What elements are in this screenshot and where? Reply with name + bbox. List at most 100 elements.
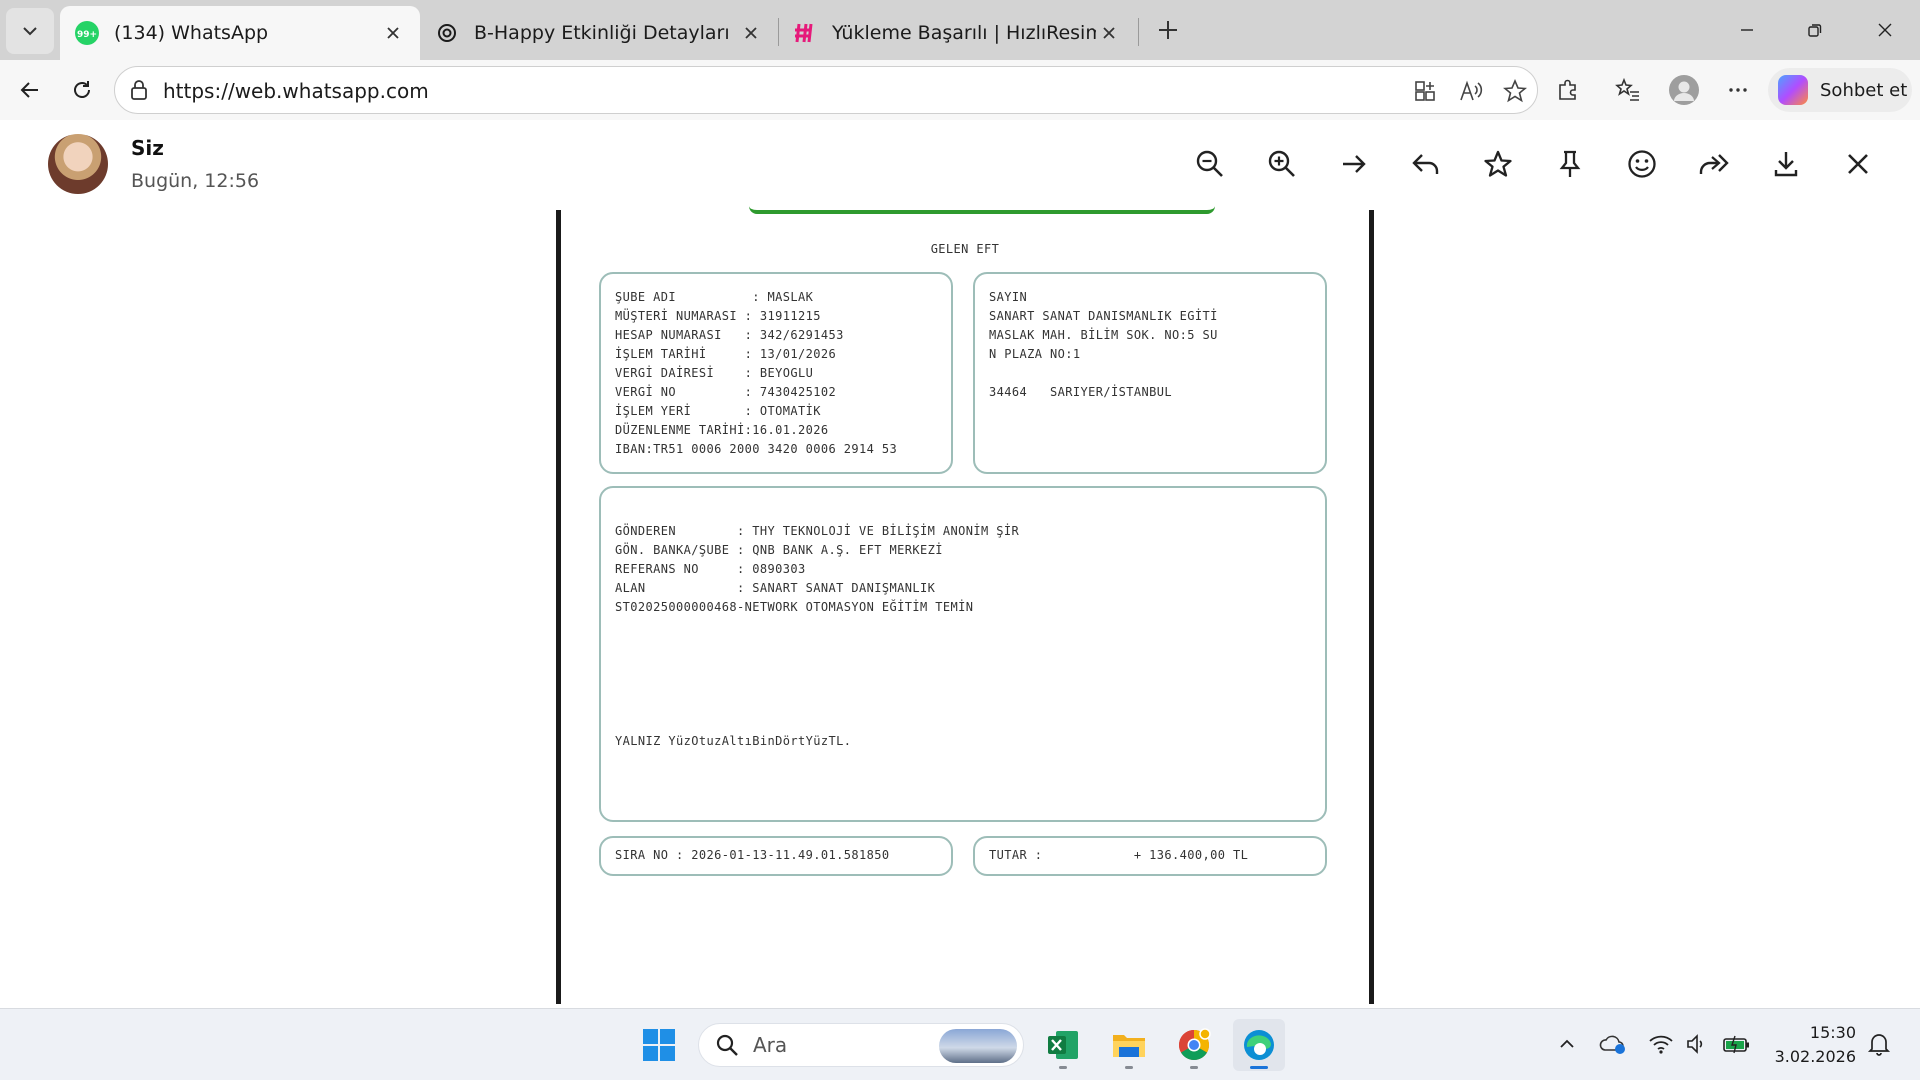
- search-placeholder: Ara: [753, 1033, 788, 1057]
- show-hidden-icons-button[interactable]: [1552, 1029, 1582, 1059]
- copilot-label: Sohbet et: [1820, 79, 1908, 101]
- copilot-chat-button[interactable]: Sohbet et: [1768, 68, 1912, 112]
- wifi-tray[interactable]: [1646, 1029, 1676, 1059]
- copilot-icon: [1778, 75, 1808, 105]
- windows-taskbar: Ara 15:30 3.02.2026: [0, 1008, 1920, 1080]
- app-available-icon[interactable]: [1409, 75, 1441, 107]
- sender-name: Siz: [131, 136, 164, 160]
- account-details-text: ŞUBE ADI : MASLAK MÜŞTERİ NUMARASI : 319…: [615, 290, 898, 456]
- notification-bell-icon: [1867, 1034, 1891, 1056]
- reply-icon: [1412, 154, 1439, 174]
- running-indicator: [1125, 1066, 1133, 1069]
- url-text: https://web.whatsapp.com: [163, 79, 429, 103]
- emoji-icon: [1628, 150, 1656, 178]
- clock-time: 15:30: [1809, 1023, 1856, 1042]
- settings-more-button[interactable]: [1718, 70, 1758, 110]
- arrow-left-icon: [20, 82, 38, 98]
- eft-receipt-image[interactable]: GELEN EFT ŞUBE ADI : MASLAK MÜŞTERİ NUMA…: [556, 210, 1374, 1004]
- zoom-in-button[interactable]: [1260, 142, 1304, 186]
- close-window-button[interactable]: [1862, 10, 1908, 50]
- extensions-button[interactable]: [1548, 70, 1588, 110]
- minimize-button[interactable]: [1724, 10, 1770, 50]
- excel-icon: [1048, 1031, 1078, 1059]
- reply-button[interactable]: [1404, 142, 1448, 186]
- star-icon: [1484, 150, 1512, 177]
- chrome-icon: [1178, 1028, 1211, 1061]
- browser-tab-strip: 99+ (134) WhatsApp B-Happy Etkinliği Det…: [0, 0, 1920, 60]
- taskbar-excel[interactable]: [1037, 1019, 1089, 1071]
- profile-avatar-icon: [1669, 75, 1699, 105]
- windows-logo-icon: [643, 1029, 675, 1061]
- tab-title: B-Happy Etkinliği Detayları: [474, 22, 730, 44]
- tab-actions-menu-button[interactable]: [6, 8, 54, 54]
- receipt-title: GELEN EFT: [930, 242, 1000, 256]
- tab-b-happy[interactable]: B-Happy Etkinliği Detayları: [420, 6, 778, 60]
- sender-avatar[interactable]: [48, 134, 108, 194]
- refresh-icon: [74, 81, 90, 98]
- profile-button[interactable]: [1664, 70, 1704, 110]
- close-viewer-button[interactable]: [1836, 142, 1880, 186]
- zoom-out-button[interactable]: [1188, 142, 1232, 186]
- speaker-icon: [1687, 1034, 1703, 1054]
- star-button[interactable]: [1476, 142, 1520, 186]
- battery-charging-icon: [1723, 1035, 1749, 1054]
- refresh-button[interactable]: [62, 70, 102, 110]
- green-header-bar: [749, 206, 1215, 214]
- sequence-number-text: SIRA NO : 2026-01-13-11.49.01.581850: [615, 848, 890, 862]
- folder-icon: [1113, 1035, 1145, 1057]
- favorite-star-icon[interactable]: [1499, 75, 1531, 107]
- tab-whatsapp[interactable]: 99+ (134) WhatsApp: [60, 6, 420, 60]
- transfer-details-text: GÖNDEREN : THY TEKNOLOJİ VE BİLİŞİM ANON…: [615, 524, 1020, 614]
- back-button[interactable]: [10, 70, 50, 110]
- tab-hizliresim[interactable]: Yükleme Başarılı | HızlıResim: [778, 6, 1136, 60]
- lock-icon[interactable]: [129, 79, 149, 105]
- close-tab-icon[interactable]: [1096, 20, 1122, 46]
- battery-tray[interactable]: [1722, 1029, 1752, 1059]
- plus-icon: [1159, 21, 1177, 39]
- forward-button[interactable]: [1692, 142, 1736, 186]
- minimize-icon: [1741, 29, 1753, 31]
- start-button[interactable]: [633, 1019, 685, 1071]
- taskbar-chrome[interactable]: [1168, 1019, 1220, 1071]
- close-icon: [1878, 23, 1892, 37]
- total-amount-box: TUTAR : + 136.400,00 TL: [973, 836, 1327, 876]
- taskbar-file-explorer[interactable]: [1103, 1019, 1155, 1071]
- viewer-header: Siz Bugün, 12:56: [6, 120, 1914, 210]
- recipient-address-box: SAYIN SANART SANAT DANISMANLIK EGİTİ MAS…: [973, 272, 1327, 474]
- favorites-button[interactable]: [1608, 70, 1648, 110]
- notifications-button[interactable]: [1864, 1029, 1894, 1059]
- active-indicator: [1250, 1066, 1268, 1069]
- running-indicator: [1190, 1066, 1198, 1069]
- address-bar[interactable]: https://web.whatsapp.com: [114, 66, 1538, 114]
- read-aloud-icon[interactable]: [1455, 75, 1487, 107]
- download-icon: [1774, 152, 1798, 177]
- transfer-details-box: GÖNDEREN : THY TEKNOLOJİ VE BİLİŞİM ANON…: [599, 486, 1327, 822]
- search-highlight-image[interactable]: [939, 1029, 1017, 1063]
- zoom-in-icon: [1268, 150, 1295, 177]
- running-indicator: [1059, 1066, 1067, 1069]
- close-tab-icon[interactable]: [380, 20, 406, 46]
- total-amount-text: TUTAR : + 136.400,00 TL: [989, 848, 1249, 862]
- go-to-message-button[interactable]: [1332, 142, 1376, 186]
- tab-badge: 99+: [77, 30, 97, 40]
- volume-tray[interactable]: [1682, 1029, 1712, 1059]
- close-icon: [1848, 154, 1868, 174]
- taskbar-search[interactable]: Ara: [698, 1023, 1024, 1067]
- close-tab-icon[interactable]: [738, 20, 764, 46]
- pin-button[interactable]: [1548, 142, 1592, 186]
- taskbar-edge[interactable]: [1233, 1019, 1285, 1071]
- edge-icon: [1244, 1030, 1274, 1060]
- download-button[interactable]: [1764, 142, 1808, 186]
- tab-title: (134) WhatsApp: [114, 22, 269, 44]
- clock-date: 3.02.2026: [1774, 1047, 1856, 1066]
- puzzle-icon: [1559, 79, 1576, 100]
- arrow-right-icon: [1343, 155, 1366, 173]
- restore-button[interactable]: [1792, 10, 1838, 50]
- zoom-out-icon: [1196, 150, 1223, 177]
- onedrive-tray[interactable]: [1598, 1029, 1628, 1059]
- whatsapp-media-viewer: Siz Bugün, 12:56 GELEN EFT ŞUBE ADI: MA…: [6, 120, 1914, 1004]
- react-button[interactable]: [1620, 142, 1664, 186]
- chatgpt-icon: [434, 20, 460, 46]
- new-tab-button[interactable]: [1150, 12, 1186, 48]
- system-clock[interactable]: 15:30 3.02.2026: [1770, 1021, 1856, 1069]
